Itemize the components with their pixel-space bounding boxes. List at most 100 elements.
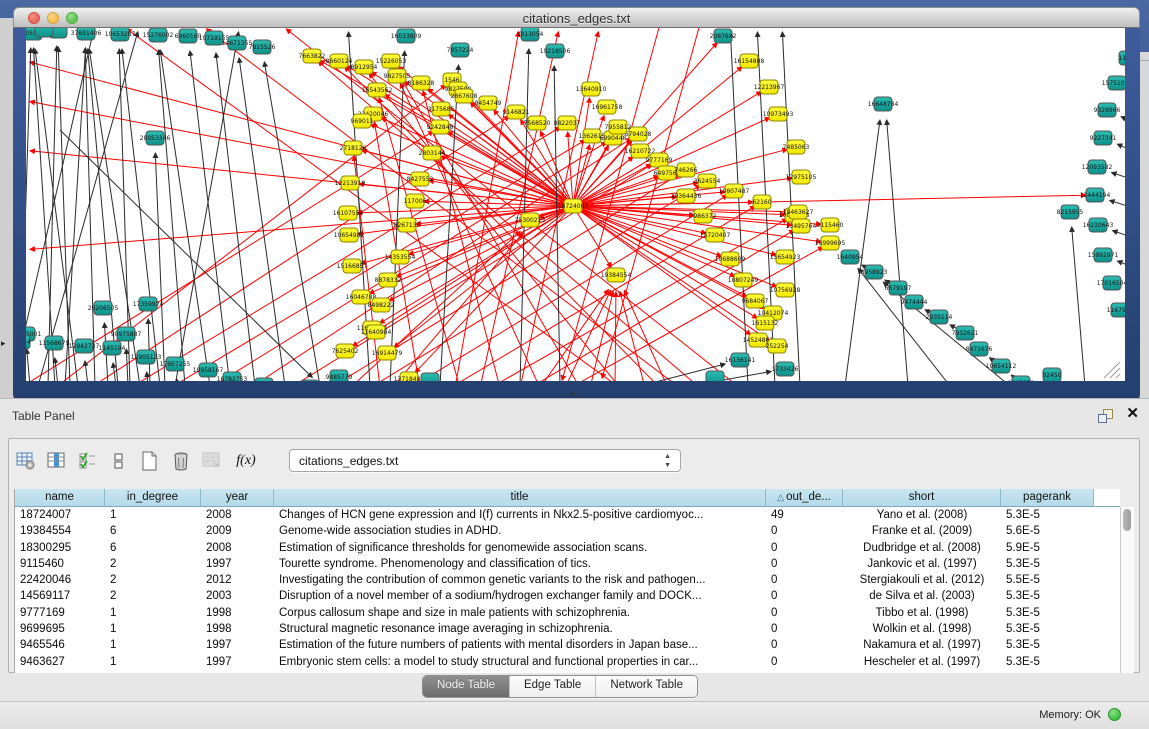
table-cell[interactable]: Structural magnetic resonance image aver… (274, 621, 766, 637)
table-cell[interactable]: Franke et al. (2009) (843, 523, 1001, 539)
selected-node[interactable]: 62160 (752, 195, 771, 209)
table-cell[interactable]: Yano et al. (2008) (843, 507, 1001, 523)
tab-node-table[interactable]: Node Table (423, 676, 510, 697)
show-columns-icon[interactable] (46, 450, 68, 472)
table-row[interactable]: 946362711997Embryonic stem cells: a mode… (15, 654, 1120, 670)
selected-node[interactable]: 14353554 (385, 250, 416, 264)
node[interactable]: 9227341 (1090, 131, 1117, 145)
node[interactable]: 8215955 (1057, 205, 1084, 219)
table-cell[interactable]: 1997 (201, 637, 274, 653)
table-cell[interactable]: 5.6E-5 (1001, 523, 1094, 539)
table-cell[interactable]: 5.3E-5 (1001, 588, 1094, 604)
selected-node[interactable]: 9684067 (742, 294, 769, 308)
node[interactable]: 8958923 (861, 265, 888, 279)
node[interactable]: 16210643 (1083, 218, 1114, 232)
table-cell[interactable]: 2 (105, 572, 201, 588)
node[interactable]: 19218506 (540, 44, 571, 58)
selected-node[interactable]: 746266 (675, 163, 698, 177)
table-cell[interactable]: Embryonic stem cells: a model to study s… (274, 654, 766, 670)
table-cell[interactable]: Corpus callosum shape and size in male p… (274, 605, 766, 621)
new-table-icon[interactable] (139, 450, 161, 472)
selected-node[interactable]: 13640910 (576, 82, 607, 96)
node[interactable] (421, 373, 439, 381)
node[interactable] (706, 371, 724, 381)
edge[interactable] (147, 372, 148, 381)
table-cell[interactable]: 14569117 (15, 588, 105, 604)
node[interactable]: 12093582 (1082, 160, 1113, 174)
selected-edge[interactable] (395, 68, 580, 381)
column-header-short[interactable]: short (843, 489, 1001, 507)
table-row[interactable]: 1938455462009Genome-wide association stu… (15, 523, 1120, 539)
node[interactable]: 8471676 (966, 342, 993, 356)
node[interactable]: 39154 (26, 335, 31, 349)
edge[interactable] (690, 371, 771, 381)
selected-node[interactable]: 15720407 (700, 228, 731, 242)
node[interactable]: 7857224 (447, 43, 474, 57)
selected-node[interactable]: 8186328 (408, 76, 435, 90)
table-cell[interactable]: 2 (105, 556, 201, 572)
table-cell[interactable]: 5.3E-5 (1001, 556, 1094, 572)
column-header-out_de[interactable]: △out_de... (766, 489, 843, 507)
table-header-row[interactable]: namein_degreeyeartitle△out_de...shortpag… (15, 489, 1120, 507)
node[interactable]: 92450 (1042, 368, 1061, 381)
selected-node[interactable]: 7568520 (524, 116, 551, 130)
selected-node[interactable]: 7986372 (690, 209, 717, 223)
node[interactable]: 17359924 (133, 297, 164, 311)
selected-node[interactable]: 9777169 (646, 153, 673, 167)
edge[interactable] (1072, 227, 1085, 381)
table-cell[interactable]: 9465546 (15, 637, 105, 653)
selected-node[interactable]: 8822037 (554, 116, 581, 130)
table-cell[interactable]: Genome-wide association studies in ADHD. (274, 523, 766, 539)
table-cell[interactable]: Estimation of the future numbers of pati… (274, 637, 766, 653)
node[interactable]: 1640954 (837, 250, 864, 264)
table-cell[interactable]: 5.3E-5 (1001, 507, 1094, 523)
node[interactable]: 37691406 (71, 28, 102, 40)
table-row[interactable]: 946554611997Estimation of the future num… (15, 637, 1120, 653)
memory-ok-indicator[interactable] (1108, 708, 1121, 721)
selected-edge[interactable] (381, 118, 573, 206)
edge[interactable] (175, 32, 239, 381)
node[interactable]: 15992971 (1088, 248, 1119, 262)
table-cell[interactable]: 6 (105, 523, 201, 539)
table-row[interactable]: 2242004622012Investigating the contribut… (15, 572, 1120, 588)
table-row[interactable]: 969969511998Structural magnetic resonanc… (15, 621, 1120, 637)
table-cell[interactable]: 5.3E-5 (1001, 654, 1094, 670)
selected-node[interactable]: 2867608 (451, 89, 478, 103)
table-cell[interactable]: 1 (105, 621, 201, 637)
table-cell[interactable]: 1 (105, 654, 201, 670)
table-cell[interactable]: 2 (105, 588, 201, 604)
scrollbar-thumb[interactable] (1123, 509, 1131, 531)
tab-edge-table[interactable]: Edge Table (510, 676, 596, 697)
selected-node[interactable]: 12213967 (754, 80, 785, 94)
node[interactable] (35, 28, 53, 37)
table-cell[interactable]: 0 (766, 637, 843, 653)
node[interactable] (301, 380, 319, 381)
selected-node[interactable]: 9242848 (427, 120, 454, 134)
table-cell[interactable]: 5.9E-5 (1001, 540, 1094, 556)
selected-node[interactable]: 16154808 (734, 54, 765, 68)
node[interactable]: 9329966 (1094, 103, 1121, 117)
network-table-select[interactable]: citations_edges.txt ▲▼ (289, 449, 681, 472)
edge[interactable] (27, 349, 30, 381)
table-cell[interactable]: 5.3E-5 (1001, 621, 1094, 637)
node[interactable]: 10653287 (105, 28, 136, 41)
table-cell[interactable]: 2003 (201, 588, 274, 604)
table-cell[interactable]: 5.5E-5 (1001, 572, 1094, 588)
edge[interactable] (155, 153, 165, 381)
node[interactable]: 11568679 (39, 336, 70, 350)
edge[interactable] (730, 32, 748, 381)
selected-node[interactable]: 2718126 (340, 141, 367, 155)
selected-node[interactable]: 8427552 (407, 172, 434, 186)
table-cell[interactable]: 0 (766, 556, 843, 572)
table-cell[interactable]: 5.3E-5 (1001, 637, 1094, 653)
column-header-name[interactable]: name (15, 489, 105, 507)
table-cell[interactable]: 49 (766, 507, 843, 523)
table-body[interactable]: 1872400712008Changes of HCN gene express… (15, 507, 1120, 670)
node[interactable]: 9474444 (901, 295, 928, 309)
column-header-in_degree[interactable]: in_degree (105, 489, 201, 507)
selected-node[interactable]: 3624554 (694, 174, 721, 188)
table-cell[interactable]: 18300295 (15, 540, 105, 556)
table-cell[interactable]: Jankovic et al. (1997) (843, 556, 1001, 572)
node[interactable]: 12444194 (1080, 188, 1111, 202)
selected-node[interactable]: 12213919 (335, 176, 366, 190)
